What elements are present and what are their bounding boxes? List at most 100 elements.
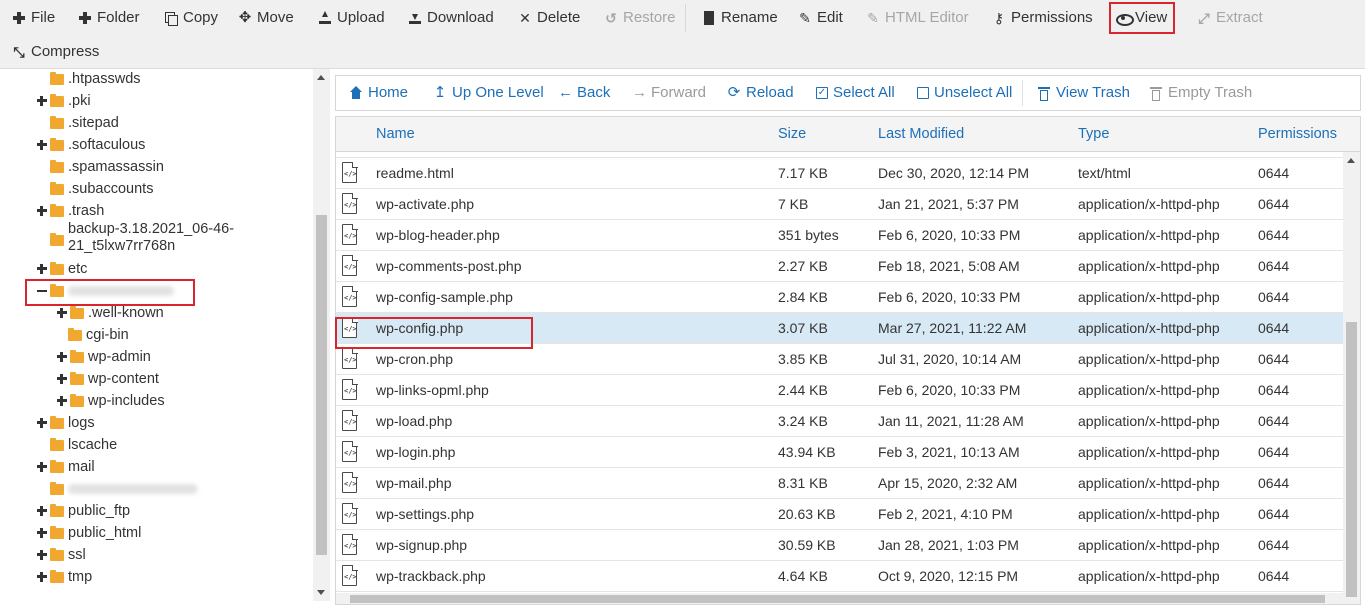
close-icon: ✕ bbox=[519, 10, 531, 26]
delete-button[interactable]: ✕ Delete bbox=[516, 3, 582, 33]
html-editor-button[interactable]: ✎ HTML Editor bbox=[864, 3, 971, 33]
home-button[interactable]: Home bbox=[349, 76, 408, 110]
table-row[interactable]: </> wp-trackback.php 4.64 KB Oct 9, 2020, 1… bbox=[336, 561, 1343, 592]
download-button[interactable]: Download bbox=[406, 3, 496, 33]
tree-scrollbar[interactable] bbox=[313, 69, 330, 601]
scroll-down-arrow-icon[interactable] bbox=[317, 590, 325, 595]
restore-button[interactable]: ↺ Restore bbox=[602, 3, 678, 33]
rename-button[interactable]: Rename bbox=[700, 3, 780, 33]
file-size-cell: 3.07 KB bbox=[778, 320, 828, 336]
unselect-all-button[interactable]: Unselect All bbox=[917, 76, 1012, 110]
file-size-cell: 7 KB bbox=[778, 196, 809, 212]
table-row[interactable]: </> wp-config-sample.php 2.84 KB Feb 6, 202… bbox=[336, 282, 1343, 313]
tree-item-label: lscache bbox=[68, 437, 118, 453]
expand-plus-icon[interactable] bbox=[56, 373, 68, 385]
table-row[interactable]: </> wp-login.php 43.94 KB Feb 3, 2021, 10:1… bbox=[336, 437, 1343, 468]
expand-plus-icon[interactable] bbox=[36, 205, 48, 217]
column-header-name[interactable]: Name bbox=[376, 117, 415, 152]
expand-plus-icon[interactable] bbox=[56, 307, 68, 319]
plus-icon bbox=[12, 11, 26, 25]
expand-plus-icon[interactable] bbox=[36, 95, 48, 107]
table-hscroll-thumb[interactable] bbox=[350, 595, 1325, 603]
expand-plus-icon[interactable] bbox=[36, 461, 48, 473]
tree-item-ssl[interactable]: ssl bbox=[36, 544, 86, 566]
scroll-up-arrow-icon[interactable] bbox=[317, 75, 325, 80]
table-row[interactable]: </> readme.html 7.17 KB Dec 30, 2020, 12:14… bbox=[336, 158, 1343, 189]
column-header-last-modified[interactable]: Last Modified bbox=[878, 117, 964, 152]
expand-plus-icon[interactable] bbox=[36, 505, 48, 517]
tree-item-wp-includes[interactable]: wp-includes bbox=[56, 390, 165, 412]
column-header-type[interactable]: Type bbox=[1078, 117, 1109, 152]
file-permissions-cell: 0644 bbox=[1258, 289, 1290, 305]
tree-item-subaccounts[interactable]: .subaccounts bbox=[50, 178, 153, 200]
forward-button[interactable]: → Forward bbox=[632, 76, 706, 110]
reload-button[interactable]: ⟳ Reload bbox=[727, 76, 794, 110]
scroll-up-arrow-icon[interactable] bbox=[1347, 158, 1355, 163]
table-row[interactable]: </> wp-settings.php 20.63 KB Feb 2, 2021, 4… bbox=[336, 499, 1343, 530]
tree-item-trash[interactable]: .trash bbox=[36, 200, 104, 222]
tree-item-tmp[interactable]: tmp bbox=[36, 566, 92, 588]
tree-item-lscache[interactable]: lscache bbox=[50, 434, 117, 456]
compress-button[interactable]: ⤡ Compress bbox=[10, 37, 101, 67]
back-button[interactable]: ← Back bbox=[558, 76, 610, 110]
table-scroll-thumb[interactable] bbox=[1346, 322, 1357, 597]
column-header-permissions[interactable]: Permissions bbox=[1258, 117, 1337, 152]
up-one-level-button[interactable]: ↥ Up One Level bbox=[433, 76, 544, 110]
expand-plus-icon[interactable] bbox=[36, 417, 48, 429]
expand-plus-icon[interactable] bbox=[56, 351, 68, 363]
table-row[interactable]: </> wp-signup.php 30.59 KB Jan 28, 2021, 1:… bbox=[336, 530, 1343, 561]
expand-plus-icon[interactable] bbox=[36, 263, 48, 275]
new-file-button[interactable]: File bbox=[10, 3, 57, 33]
new-folder-button[interactable]: Folder bbox=[76, 3, 142, 33]
table-row[interactable]: </> wp-mail.php 8.31 KB Apr 15, 2020, 2:32 … bbox=[336, 468, 1343, 499]
tree-item-backup[interactable]: backup-3.18.2021_06-46- 21_t5lxw7rr768n bbox=[50, 221, 234, 259]
tree-item-redacted[interactable] bbox=[50, 478, 198, 500]
tree-item-pki[interactable]: .pki bbox=[36, 90, 91, 112]
tree-item-wp-content[interactable]: wp-content bbox=[56, 368, 159, 390]
tree-item-cgi-bin[interactable]: cgi-bin bbox=[68, 324, 129, 346]
move-button[interactable]: ✥ Move bbox=[236, 3, 296, 33]
upload-button[interactable]: Upload bbox=[316, 3, 387, 33]
column-header-size[interactable]: Size bbox=[778, 117, 806, 152]
edit-button[interactable]: ✎ Edit bbox=[796, 3, 845, 33]
tree-item-sitepad[interactable]: .sitepad bbox=[50, 112, 119, 134]
tree-item-etc[interactable]: etc bbox=[36, 258, 87, 280]
empty-trash-button[interactable]: Empty Trash bbox=[1149, 76, 1252, 110]
upload-label: Upload bbox=[337, 9, 385, 26]
select-all-button[interactable]: ✓ Select All bbox=[816, 76, 895, 110]
tree-item-well-known[interactable]: .well-known bbox=[56, 302, 164, 324]
view-trash-button[interactable]: View Trash bbox=[1037, 76, 1130, 110]
expand-plus-icon[interactable] bbox=[36, 527, 48, 539]
code-glyph: </> bbox=[344, 263, 357, 271]
table-horizontal-scrollbar[interactable] bbox=[336, 593, 1343, 604]
permissions-button[interactable]: ⚷ Permissions bbox=[990, 3, 1095, 33]
table-row[interactable]: </> wp-blog-header.php 351 bytes Feb 6, 202… bbox=[336, 220, 1343, 251]
copy-button[interactable]: Copy bbox=[162, 3, 220, 33]
tree-item-public-ftp[interactable]: public_ftp bbox=[36, 500, 130, 522]
folder-icon bbox=[50, 481, 64, 495]
tree-item-spamassassin[interactable]: .spamassassin bbox=[50, 156, 164, 178]
tree-item-public-html[interactable]: public_html bbox=[36, 522, 141, 544]
expand-plus-icon[interactable] bbox=[36, 549, 48, 561]
tree-item-label: .sitepad bbox=[68, 115, 119, 131]
expand-plus-icon[interactable] bbox=[36, 571, 48, 583]
file-permissions-cell: 0644 bbox=[1258, 506, 1290, 522]
extract-button[interactable]: ⤢ Extract bbox=[1195, 3, 1265, 33]
folder-icon bbox=[50, 569, 64, 583]
folder-icon bbox=[50, 233, 64, 246]
expand-plus-icon[interactable] bbox=[56, 395, 68, 407]
tree-item-htpasswds[interactable]: .htpasswds bbox=[50, 69, 141, 90]
tree-item-logs[interactable]: logs bbox=[36, 412, 95, 434]
tree-item-softaculous[interactable]: .softaculous bbox=[36, 134, 145, 156]
folder-icon bbox=[50, 547, 64, 561]
table-row[interactable]: </> wp-load.php 3.24 KB Jan 11, 2021, 11:28… bbox=[336, 406, 1343, 437]
expand-plus-icon[interactable] bbox=[36, 139, 48, 151]
tree-scroll-thumb[interactable] bbox=[316, 215, 327, 555]
table-row[interactable]: </> wp-links-opml.php 2.44 KB Feb 6, 2020, … bbox=[336, 375, 1343, 406]
table-row[interactable]: </> wp-activate.php 7 KB Jan 21, 2021, 5:37… bbox=[336, 189, 1343, 220]
table-vertical-scrollbar[interactable] bbox=[1343, 152, 1360, 604]
table-row[interactable]: </> wp-comments-post.php 2.27 KB Feb 18, 20… bbox=[336, 251, 1343, 282]
tree-item-mail[interactable]: mail bbox=[36, 456, 95, 478]
move-arrows-icon: ✥ bbox=[238, 9, 252, 26]
tree-item-wp-admin[interactable]: wp-admin bbox=[56, 346, 151, 368]
